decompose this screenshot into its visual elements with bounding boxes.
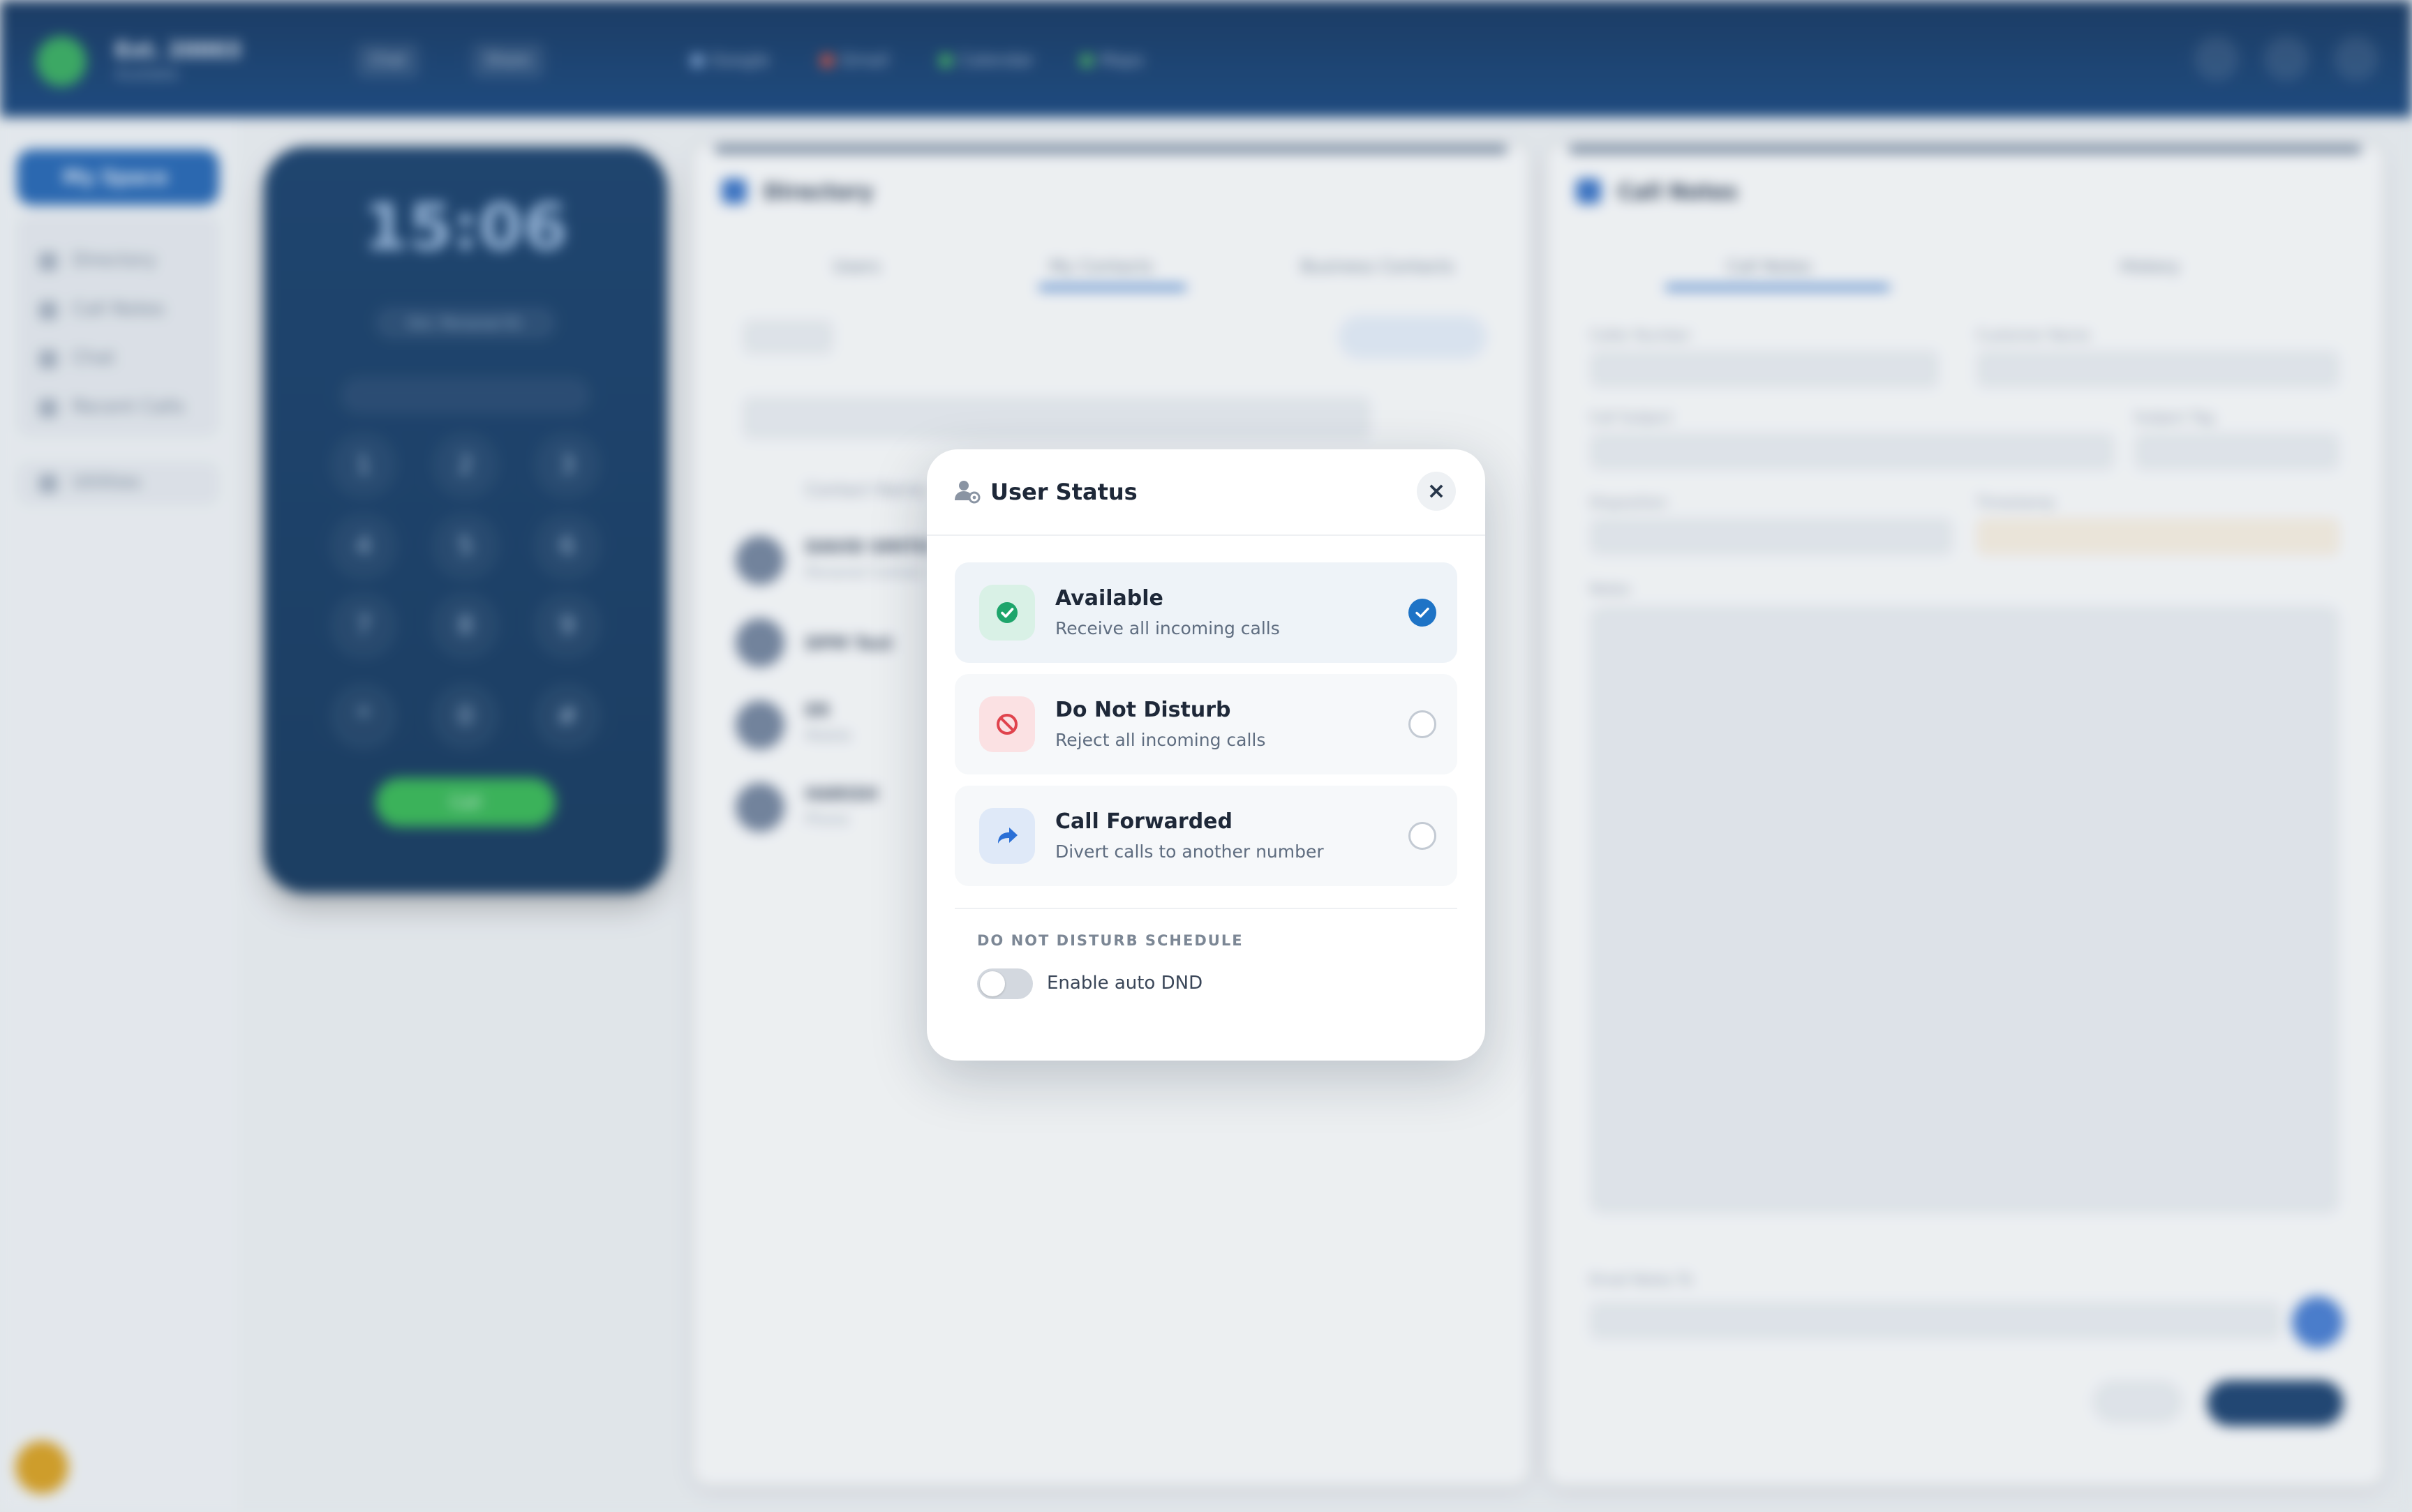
status-option-description: Receive all incoming calls [1055, 618, 1280, 638]
status-option-title: Call Forwarded [1055, 809, 1233, 834]
auto-dnd-label: Enable auto DND [1047, 973, 1203, 994]
block-icon [979, 696, 1035, 752]
status-option-do-not-disturb[interactable]: Do Not Disturb Reject all incoming calls [955, 674, 1457, 774]
modal-title: User Status [990, 479, 1138, 505]
radio-selected[interactable] [1408, 599, 1436, 627]
check-circle-icon [979, 585, 1035, 641]
status-option-description: Divert calls to another number [1055, 841, 1324, 862]
toggle-knob [980, 971, 1005, 996]
status-option-available[interactable]: Available Receive all incoming calls [955, 562, 1457, 663]
radio-unselected[interactable] [1408, 822, 1436, 850]
divider [955, 908, 1457, 909]
status-option-title: Available [1055, 586, 1163, 611]
close-button[interactable]: × [1417, 472, 1456, 511]
status-option-title: Do Not Disturb [1055, 698, 1231, 722]
radio-unselected[interactable] [1408, 710, 1436, 738]
dnd-schedule-label: DO NOT DISTURB SCHEDULE [977, 932, 1244, 949]
forward-arrow-icon [979, 808, 1035, 864]
user-status-modal: User Status × Available Receive all inco… [927, 449, 1485, 1061]
status-option-description: Reject all incoming calls [1055, 730, 1266, 750]
status-option-call-forwarded[interactable]: Call Forwarded Divert calls to another n… [955, 786, 1457, 886]
auto-dnd-toggle[interactable] [977, 968, 1033, 999]
modal-header: User Status × [927, 449, 1485, 536]
user-settings-icon [953, 477, 981, 505]
